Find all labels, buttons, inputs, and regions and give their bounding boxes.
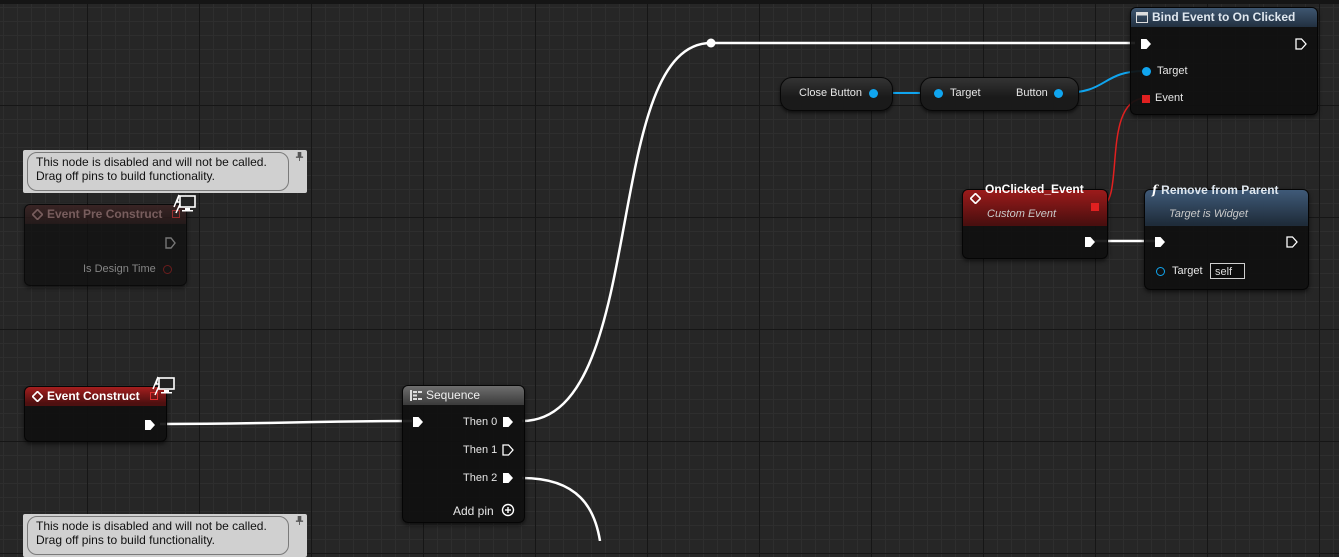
variable-label: Close Button [799, 87, 862, 99]
event-diamond-icon [970, 193, 981, 204]
comment-line-1: This node is disabled and will not be ca… [36, 519, 267, 533]
pin-label-target: Target [1172, 265, 1203, 277]
exec-output-pin[interactable] [165, 237, 176, 249]
exec-output-pin[interactable] [1084, 236, 1096, 248]
exec-output-pin[interactable] [1286, 236, 1298, 248]
add-pin-plus-icon[interactable] [501, 503, 515, 517]
pin-icon[interactable] [295, 516, 304, 525]
node-remove-from-parent[interactable]: f Remove from Parent Target is Widget Tar… [1144, 183, 1309, 290]
pin-label-target: Target [950, 87, 981, 99]
disabled-comment-top: This node is disabled and will not be ca… [23, 150, 307, 193]
object-input-pin-target[interactable] [1142, 67, 1151, 76]
exec-output-pin[interactable] [1295, 38, 1307, 50]
node-close-button-variable[interactable]: Close Button [780, 77, 893, 111]
node-subtitle: Custom Event [987, 208, 1057, 220]
delegate-input-pin-event[interactable] [1142, 95, 1150, 103]
object-input-pin[interactable] [934, 89, 943, 98]
event-diamond-icon [32, 391, 43, 403]
pin-label-event: Event [1155, 92, 1184, 104]
exec-output-pin-then-2[interactable] [502, 472, 514, 484]
node-onclicked-event[interactable]: OnClicked_Event Custom Event [962, 182, 1108, 259]
bind-event-icon [1136, 12, 1148, 24]
node-title: Event Pre Construct [47, 207, 163, 221]
exec-input-pin[interactable] [412, 416, 424, 428]
node-bind-event-on-clicked[interactable]: Bind Event to On Clicked Target Event [1130, 7, 1318, 115]
pin-label-target: Target [1157, 65, 1188, 77]
node-title: Sequence [426, 388, 481, 402]
object-output-pin[interactable] [1054, 89, 1063, 98]
add-pin-button[interactable]: Add pin [453, 504, 494, 518]
exec-wire-construct-sequence [159, 419, 413, 426]
client-server-icon-pre [173, 194, 196, 214]
node-title: OnClicked_Event [985, 182, 1084, 196]
node-title: Remove from Parent [1161, 183, 1279, 197]
pin-label-then-2: Then 2 [463, 472, 498, 484]
pin-label-then-0: Then 0 [463, 416, 498, 428]
object-input-pin-target[interactable] [1156, 267, 1165, 276]
node-subtitle: Target is Widget [1169, 208, 1248, 220]
node-title: Event Construct [47, 389, 140, 403]
pin-label-then-1: Then 1 [463, 444, 498, 456]
exec-output-pin-then-1[interactable] [502, 444, 514, 456]
client-server-icon-construct [152, 376, 175, 396]
exec-input-pin[interactable] [1140, 38, 1152, 50]
exec-output-pin-then-0[interactable] [502, 416, 514, 428]
node-sequence[interactable]: Sequence Then 0 Then 1 Then 2 Add pin [402, 385, 525, 523]
comment-line-1: This node is disabled and will not be ca… [36, 155, 267, 169]
disabled-comment-bottom: This node is disabled and will not be ca… [23, 514, 307, 557]
graph-top-bar [0, 0, 1339, 4]
exec-output-pin[interactable] [144, 419, 156, 431]
node-get-button[interactable]: Target Button [920, 77, 1079, 111]
bool-output-pin[interactable] [163, 265, 172, 274]
node-title: Bind Event to On Clicked [1152, 10, 1296, 24]
wire-reroute-knot [706, 38, 716, 48]
pin-label-is-design-time: Is Design Time [83, 263, 156, 275]
pin-icon[interactable] [295, 152, 304, 161]
comment-line-2: Drag off pins to build functionality. [36, 533, 215, 547]
delegate-output-pin[interactable] [1091, 203, 1099, 211]
target-self-field[interactable]: self [1210, 263, 1245, 279]
node-event-pre-construct[interactable]: Event Pre Construct Is Design Time [24, 204, 187, 286]
pin-label-button: Button [1016, 87, 1048, 99]
object-output-pin[interactable] [869, 89, 878, 98]
event-diamond-icon [32, 209, 43, 221]
function-icon: f [1152, 183, 1158, 197]
sequence-icon [410, 390, 422, 402]
node-event-construct[interactable]: Event Construct [24, 386, 167, 442]
exec-input-pin[interactable] [1154, 236, 1166, 248]
comment-line-2: Drag off pins to build functionality. [36, 169, 215, 183]
exec-wire-then2 [521, 476, 602, 541]
